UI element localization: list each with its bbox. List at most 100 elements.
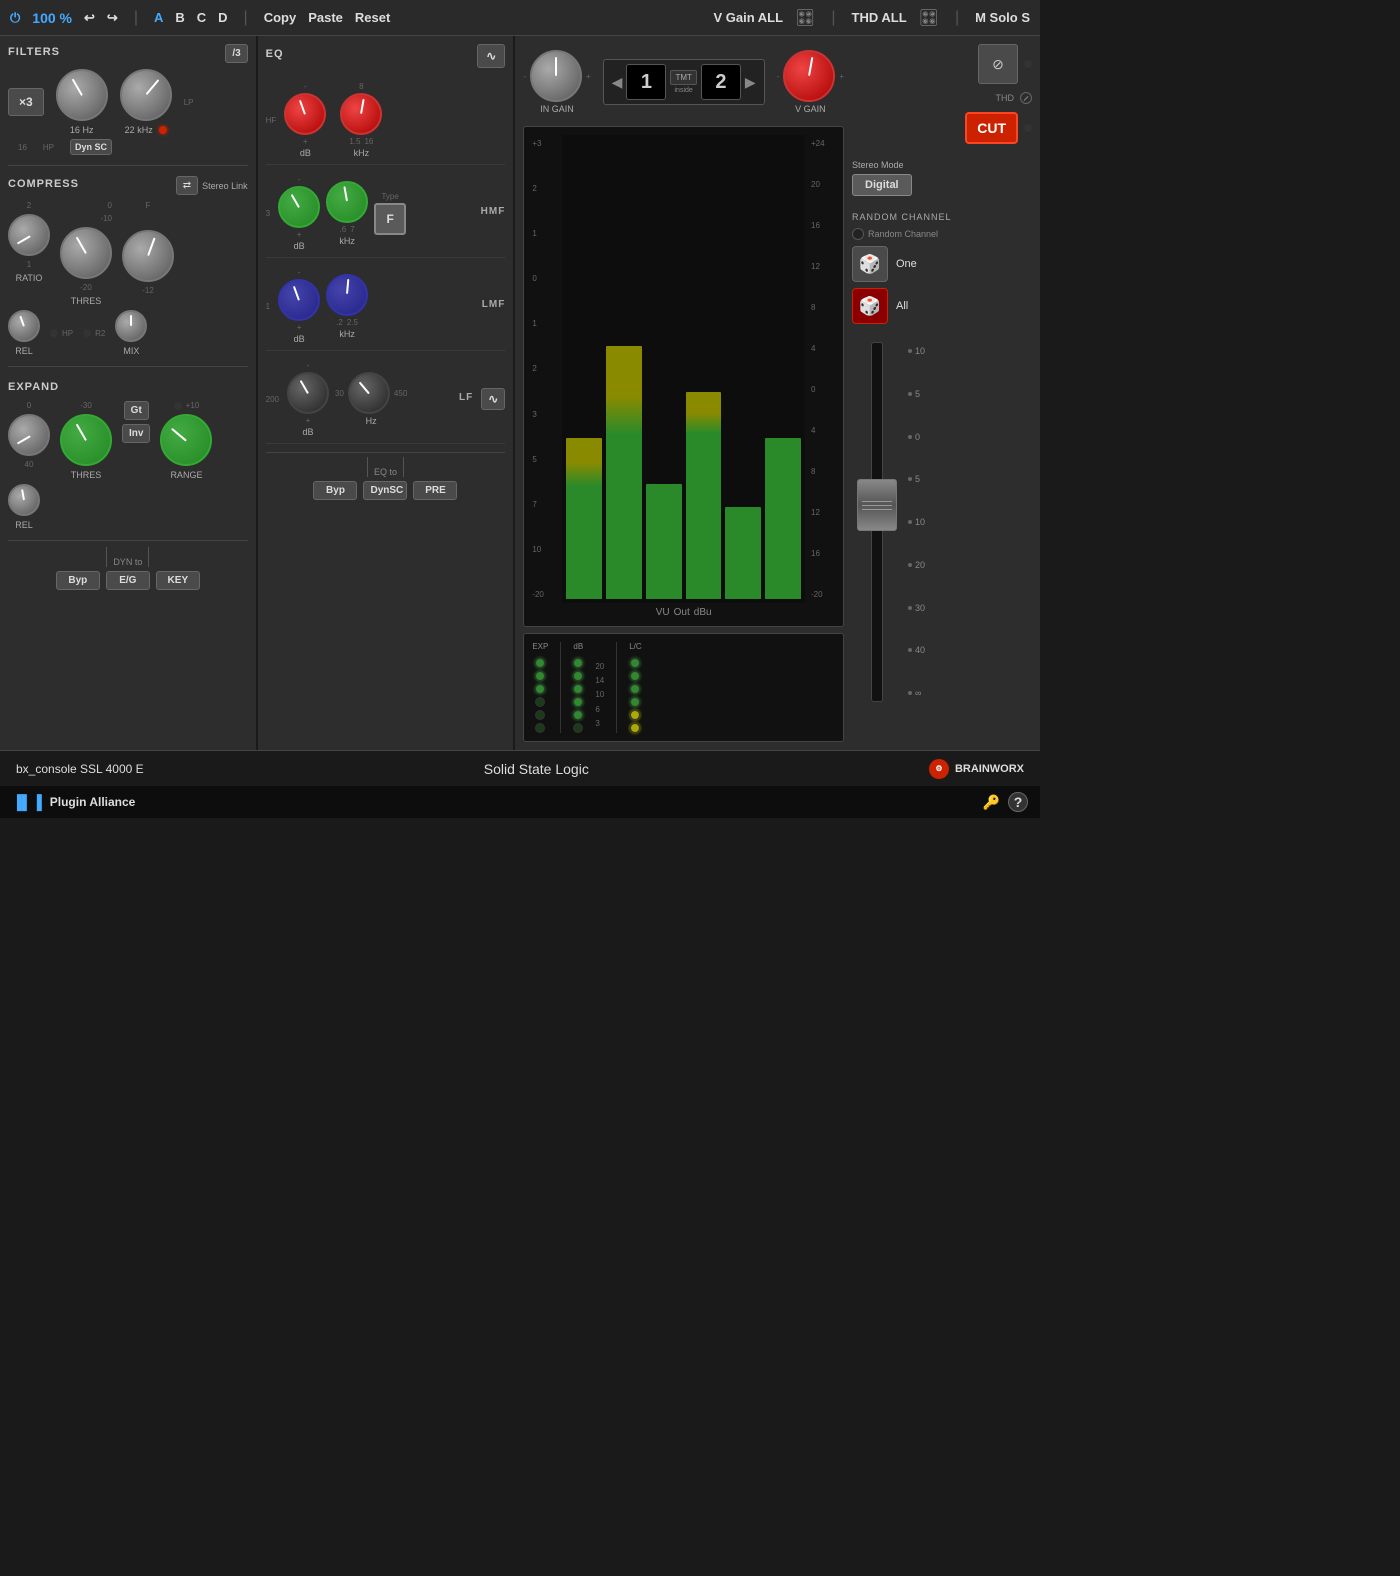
v-gain-knob[interactable] — [783, 50, 835, 102]
one-label: One — [896, 258, 917, 270]
x3-button[interactable]: ×3 — [8, 88, 44, 116]
fader-label-5: 5 — [915, 389, 920, 399]
eq-dynsc-button[interactable]: DynSC — [363, 481, 407, 500]
filters-section: FILTERS /3 ×3 16 Hz — [8, 44, 248, 155]
scale-neg5: 5 — [532, 455, 556, 464]
copy-button[interactable]: Copy — [264, 10, 297, 25]
inv-button[interactable]: Inv — [122, 424, 150, 443]
hf-db-plus: + — [303, 137, 308, 146]
lp-label: LP — [184, 98, 194, 107]
paste-button[interactable]: Paste — [308, 10, 343, 25]
redo-icon[interactable]: ↪ — [107, 10, 118, 26]
scale-plus3: +3 — [532, 139, 556, 148]
eq-hmf-db-knob[interactable] — [278, 186, 320, 228]
fader-dot-neg30 — [908, 606, 912, 610]
hmf-val-3: 3 — [266, 209, 270, 218]
div3-button[interactable]: /3 — [225, 44, 247, 63]
compress-thres-knob[interactable] — [60, 227, 112, 279]
eq-lf-db-knob[interactable] — [287, 372, 329, 414]
preset-b-button[interactable]: B — [175, 10, 184, 25]
lc-led-1 — [630, 658, 640, 668]
fader-label-neg20: 20 — [915, 560, 925, 570]
hf-val-15: 1.5 — [349, 137, 360, 146]
hf-db-minus: - — [304, 82, 307, 91]
fader-dot-neg40 — [908, 648, 912, 652]
meter-panel: - + IN GAIN ◀ 1 TMT — [523, 44, 844, 742]
expand-f-led — [174, 402, 182, 410]
scale-r-12: 12 — [811, 262, 835, 271]
eq-hmf-freq-knob[interactable] — [326, 181, 368, 223]
lf-val-450: 450 — [394, 389, 407, 398]
dyn-byp-button[interactable]: Byp — [56, 571, 100, 590]
in-gain-knob[interactable] — [530, 50, 582, 102]
expand-range-knob[interactable] — [160, 414, 212, 466]
help-icon[interactable]: ? — [1008, 792, 1028, 812]
compress-rel-knob[interactable] — [8, 310, 40, 342]
reset-button[interactable]: Reset — [355, 10, 390, 25]
eq-label: EQ — [266, 48, 284, 60]
preset-d-button[interactable]: D — [218, 10, 227, 25]
stereo-link-button[interactable]: ⇄ — [176, 176, 198, 195]
fader-handle[interactable] — [857, 479, 897, 531]
plugin-body: FILTERS /3 ×3 16 Hz — [0, 36, 1040, 786]
digital-button[interactable]: Digital — [852, 174, 912, 196]
stereo-mode-section: Stereo Mode Digital — [852, 160, 1032, 196]
dyn-sc-button[interactable]: Dyn SC — [70, 139, 112, 155]
scale-neg7: 7 — [532, 500, 556, 509]
compress-f: F — [146, 201, 151, 210]
compress-mix-knob[interactable] — [115, 310, 147, 342]
bx-icon: ⚙ — [929, 759, 949, 779]
key-icon[interactable]: 🔑 — [983, 794, 1000, 811]
exp-led-3 — [535, 684, 545, 694]
eq-pre-button[interactable]: PRE — [413, 481, 457, 500]
compress-r2-led — [83, 329, 91, 337]
db-led-10 — [573, 684, 583, 694]
random-one-button[interactable]: 🎲 — [852, 246, 888, 282]
channel-selector: ◀ 1 TMT inside 2 ▶ — [603, 59, 765, 105]
filters-khz-knob[interactable] — [120, 69, 172, 121]
filters-hz-knob[interactable] — [56, 69, 108, 121]
v-gain-plus: + — [839, 72, 844, 81]
eq-lmf-db-knob[interactable] — [278, 279, 320, 321]
eq-hf-freq-knob[interactable] — [340, 93, 382, 135]
eq-lmf-freq-knob[interactable] — [326, 274, 368, 316]
phase-button[interactable]: ⊘ — [978, 44, 1018, 84]
dyn-eg-button[interactable]: E/G — [106, 571, 150, 590]
hmf-type-button[interactable]: F — [374, 203, 406, 235]
eq-byp-button[interactable]: Byp — [313, 481, 357, 500]
scale-r-neg12: 12 — [811, 508, 835, 517]
lf-filter-button[interactable]: ∿ — [481, 388, 505, 410]
vu-label: VU — [656, 607, 670, 618]
undo-icon[interactable]: ↩ — [84, 10, 95, 26]
fader-track — [871, 342, 883, 702]
random-all-button[interactable]: 🎲 — [852, 288, 888, 324]
lc-led-column: L/C — [629, 642, 641, 733]
compress-ratio-knob[interactable] — [8, 214, 50, 256]
gt-button[interactable]: Gt — [124, 401, 149, 420]
brainworx-label: BRAINWORX — [955, 763, 1024, 775]
dyn-routing-section: DYN to Byp E/G KEY — [8, 551, 248, 590]
ch-left-arrow[interactable]: ◀ — [612, 74, 623, 91]
compress-thres2-knob[interactable] — [122, 230, 174, 282]
ch-right-arrow[interactable]: ▶ — [745, 74, 756, 91]
preset-c-button[interactable]: C — [197, 10, 206, 25]
tmt-badge: TMT — [670, 70, 696, 85]
expand-knob[interactable] — [8, 414, 50, 456]
random-toggle-led — [852, 228, 864, 240]
stereo-mode-label: Stereo Mode — [852, 160, 1032, 170]
expand-thres-knob[interactable] — [60, 414, 112, 466]
preset-a-button[interactable]: A — [154, 10, 163, 25]
eq-lf-freq-knob[interactable] — [348, 372, 390, 414]
compress-thres-neg20: -20 — [80, 283, 92, 292]
expand-rel-knob[interactable] — [8, 484, 40, 516]
lc-led-2 — [630, 671, 640, 681]
power-icon[interactable]: ⏻ — [10, 10, 20, 26]
lf-val-30: 30 — [335, 389, 344, 398]
eq-mode-button[interactable]: ∿ — [477, 44, 505, 68]
eq-hf-db-knob[interactable] — [284, 93, 326, 135]
scale-neg10: 10 — [532, 545, 556, 554]
dyn-key-button[interactable]: KEY — [156, 571, 200, 590]
cut-button[interactable]: CUT — [965, 112, 1018, 144]
eq-lmf-band: 1 - + dB — [266, 262, 506, 351]
vu-meter-display: +3 2 1 0 1 2 3 5 7 10 -20 — [523, 126, 844, 627]
